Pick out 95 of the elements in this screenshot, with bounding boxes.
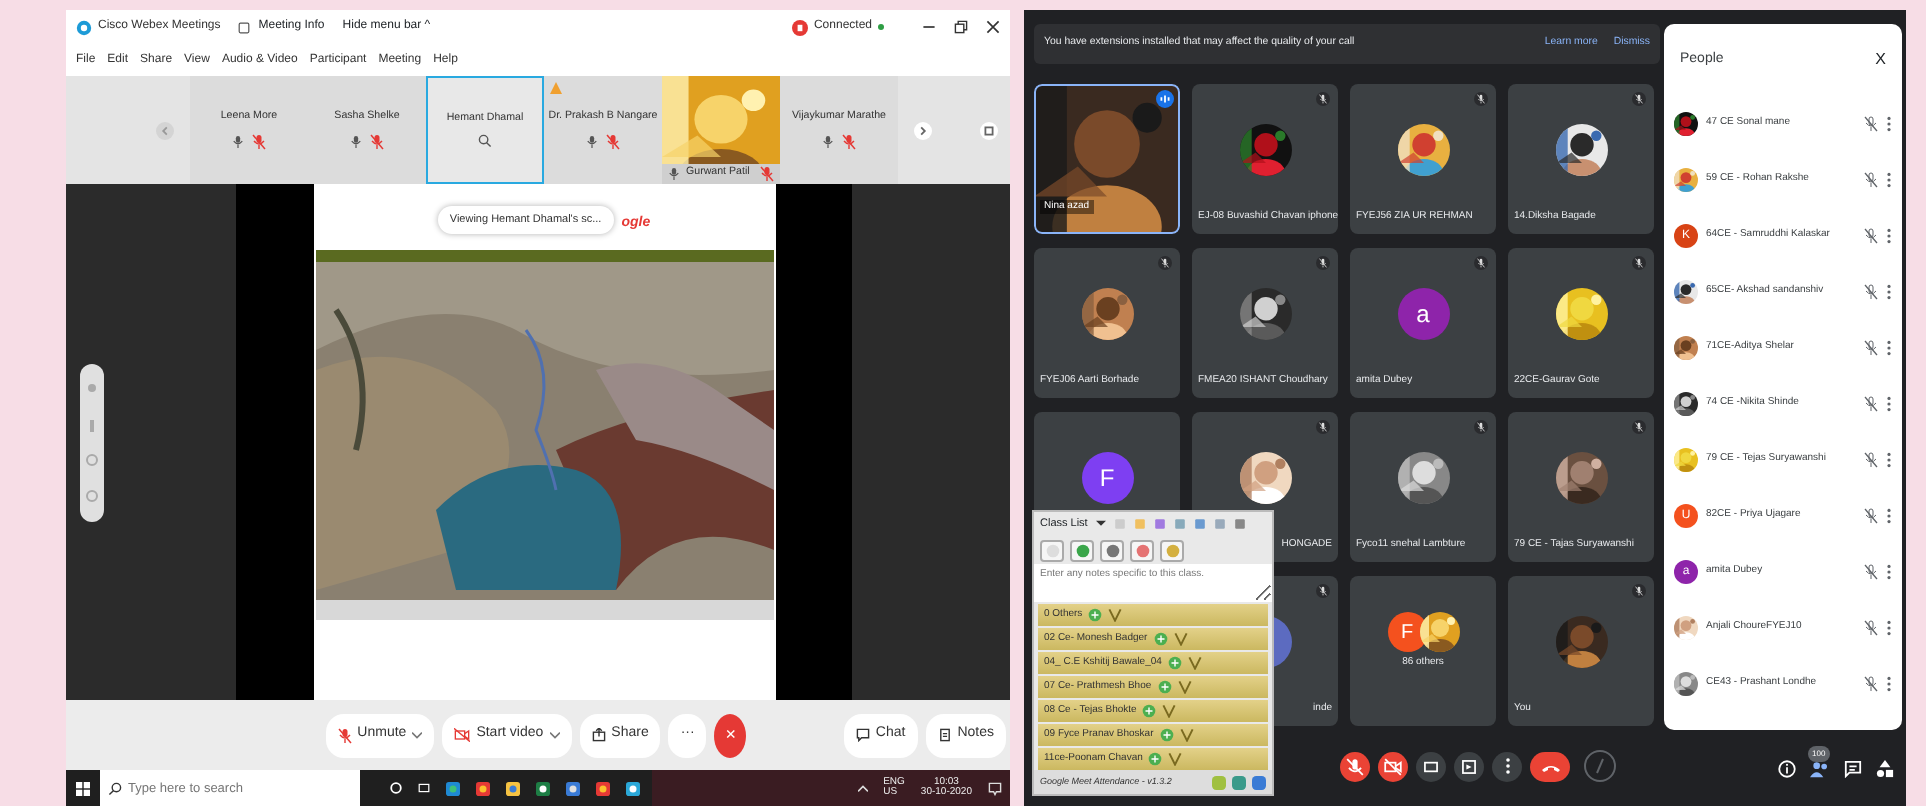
mic-off-icon [1474,92,1488,106]
app-logo-icon [76,19,92,35]
share-icon [591,728,606,742]
muted-icon [606,133,620,150]
mic-off-icon [1316,584,1330,598]
circle-icon[interactable] [390,782,402,794]
close-button[interactable]: X [1875,48,1886,72]
mic-off-icon[interactable] [1864,228,1878,244]
mic-off-icon[interactable] [1864,116,1878,132]
mic-off-icon [1632,584,1646,598]
mic-off-icon[interactable] [1864,620,1878,636]
notification-icon[interactable] [988,781,1002,795]
mic-off-icon[interactable] [1864,284,1878,300]
mic-off-icon [1474,256,1488,270]
letter-avatar: F [1387,612,1427,652]
mic-icon [350,133,362,150]
close-icon[interactable] [986,20,1000,34]
people-icon[interactable] [1810,759,1830,777]
mic-off-icon [1316,92,1330,106]
mic-off-icon [1316,256,1330,270]
kebab-menu-icon[interactable] [1886,396,1892,412]
mic-icon [232,133,244,150]
leave-call-button[interactable] [1530,751,1570,781]
windows-logo-icon[interactable] [76,781,90,795]
restore-icon[interactable] [954,20,968,34]
notes-icon [937,728,952,742]
end-meeting-button[interactable]: × [714,713,747,757]
caret-icon [549,731,560,739]
mic-off-icon [1158,256,1172,270]
warning-icon [550,82,562,94]
status-dot-icon [878,24,884,30]
phone-icon [1541,761,1559,771]
kebab-menu-icon[interactable] [1886,620,1892,636]
chevron-icon[interactable] [1108,608,1123,622]
mic-off-icon[interactable] [1864,340,1878,356]
captions-button[interactable] [1416,751,1446,781]
activity-button[interactable] [1584,750,1616,782]
minimize-icon[interactable] [922,20,936,34]
muted-icon [370,133,384,150]
mic-off-icon[interactable] [1864,396,1878,412]
kebab-menu-icon[interactable] [1886,564,1892,580]
mic-icon [822,133,834,150]
muted-icon [252,133,266,150]
app-icon[interactable] [476,781,490,795]
mic-off-icon[interactable] [1864,508,1878,524]
kebab-menu-icon[interactable] [1886,172,1892,188]
chat-icon [855,728,870,742]
kebab-menu-icon[interactable] [1886,116,1892,132]
letter-avatar: a [1397,288,1449,340]
zoom-controls-icon[interactable] [80,364,104,522]
kebab-menu-icon[interactable] [1886,676,1892,692]
mic-off-icon [1632,256,1646,270]
app-icon[interactable] [446,781,460,795]
microphone-button[interactable] [1340,751,1370,781]
mic-off-icon[interactable] [1864,676,1878,692]
mic-icon [586,133,598,150]
info-icon[interactable] [1778,759,1796,777]
app-icon[interactable] [536,781,550,795]
right-arrow-icon[interactable] [914,121,932,139]
kebab-menu-icon[interactable] [1886,508,1892,524]
mic-off-icon[interactable] [1864,452,1878,468]
kebab-menu-icon[interactable] [1886,452,1892,468]
kebab-menu-icon[interactable] [1886,284,1892,300]
camera-button[interactable] [1378,751,1408,781]
more-options-button[interactable] [1492,751,1522,781]
caret-icon [412,731,423,739]
kebab-menu-icon[interactable] [1886,228,1892,244]
kebab-menu-icon[interactable] [1886,340,1892,356]
present-button[interactable] [1454,751,1484,781]
app-icon[interactable] [626,781,640,795]
app-icon[interactable] [566,781,580,795]
video-off-icon [454,728,471,742]
mic-off-icon[interactable] [1864,564,1878,580]
muted-icon [842,133,856,150]
info-icon [238,21,251,33]
app-icon[interactable] [506,781,520,795]
record-icon [791,19,808,35]
mic-off-icon [1632,420,1646,434]
mic-off-icon [1474,420,1488,434]
letter-avatar: F [1081,452,1133,504]
app-icon[interactable] [596,781,610,795]
mic-off-icon [1632,92,1646,106]
chat-icon[interactable] [1844,759,1862,777]
camera-off-icon [1380,753,1406,779]
speaking-icon [1156,90,1174,108]
mic-off-icon [1342,753,1368,779]
mic-icon [668,166,680,182]
mic-off-icon [1316,420,1330,434]
mic-off-icon[interactable] [1864,172,1878,188]
shapes-icon[interactable] [1876,759,1894,777]
layout-icon[interactable] [980,121,998,139]
search-icon [108,781,122,795]
mic-off-icon [337,727,352,743]
task-view-icon[interactable] [418,782,430,794]
muted-icon [760,166,774,182]
